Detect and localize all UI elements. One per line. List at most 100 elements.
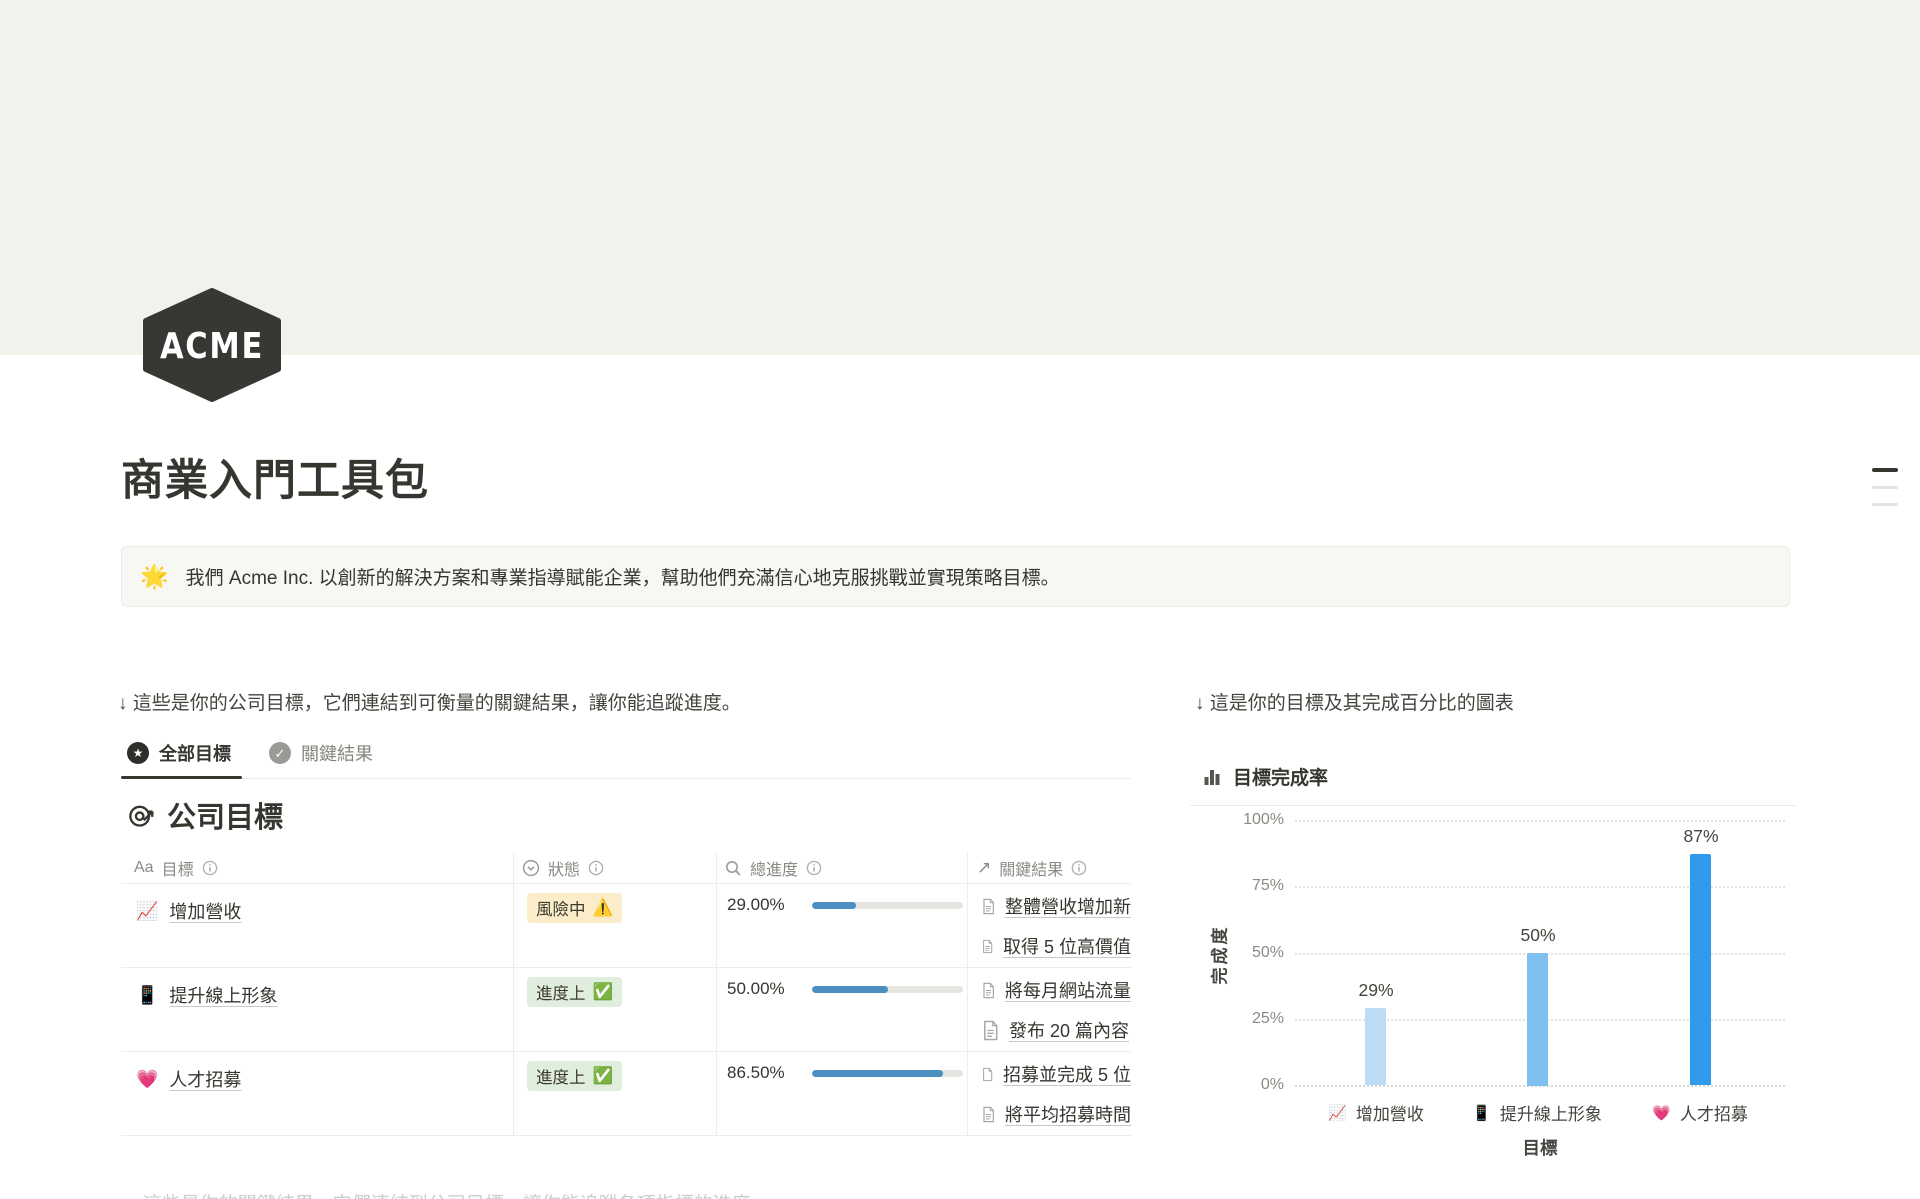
y-tick: 25% — [1170, 1008, 1284, 1030]
key-result-text: 整體營收增加新 — [1005, 893, 1131, 919]
bar-value-label: 50% — [1498, 925, 1578, 946]
key-results-cell: 將每月網站流量 發布 20 篇內容 — [981, 975, 1131, 1051]
column-header-progress[interactable]: 總進度 — [724, 853, 822, 883]
key-results-cell: 整體營收增加新 取得 5 位高價值 — [981, 891, 1131, 967]
key-result-text: 取得 5 位高價值 — [1003, 933, 1131, 959]
key-result-link[interactable]: 招募並完成 5 位 — [981, 1059, 1131, 1089]
key-result-link[interactable]: 取得 5 位高價值 — [981, 931, 1131, 961]
column-label: 關鍵結果 — [999, 856, 1063, 880]
table-row: 💗 人才招募 進度上 ✅ 86.50% 招募並完成 5 位 將平均招募時間 — [121, 1051, 1131, 1135]
status-cell[interactable]: 風險中 ⚠️ — [527, 893, 622, 923]
view-tabs: ★ 全部目標 ✓ 關鍵結果 — [121, 736, 381, 776]
progress-cell: 86.50% — [727, 1063, 963, 1083]
text-property-icon: Aa — [134, 859, 154, 877]
progress-percent: 50.00% — [727, 979, 797, 999]
status-cell[interactable]: 進度上 ✅ — [527, 977, 622, 1007]
mobile-phone-emoji: 📱 — [1472, 1104, 1491, 1122]
progress-bar — [812, 1070, 963, 1077]
logo-text: ACME — [160, 326, 264, 367]
column-label: 目標 — [162, 856, 194, 880]
key-result-text: 招募並完成 5 位 — [1003, 1061, 1131, 1087]
status-cell[interactable]: 進度上 ✅ — [527, 1061, 622, 1091]
status-badge[interactable]: 進度上 ✅ — [527, 977, 622, 1007]
outline-item[interactable] — [1872, 486, 1898, 489]
page-icon — [981, 896, 996, 917]
category-text: 增加營收 — [1356, 1100, 1424, 1125]
column-label: 總進度 — [750, 856, 798, 880]
tabbar-divider — [121, 778, 1131, 779]
clipped-bottom-text: ↓ 這些是你的關鍵結果，它們連結到公司目標，讓你能追蹤各項指標的進度。 — [128, 1189, 1138, 1199]
y-axis-title: 完成度 — [1206, 903, 1231, 1007]
tab-label: 全部目標 — [159, 740, 231, 766]
tab-key-results[interactable]: ✓ 關鍵結果 — [263, 736, 381, 776]
goal-page-link[interactable]: 人才招募 — [169, 1066, 241, 1092]
outline-item[interactable] — [1872, 503, 1898, 506]
page-title: 商業入門工具包 — [121, 446, 429, 508]
relation-arrow-icon: ↗ — [977, 858, 991, 878]
magnifier-icon — [724, 859, 742, 877]
star-circle-icon: ★ — [127, 742, 149, 764]
acme-logo: ACME — [139, 288, 285, 402]
key-result-link[interactable]: 整體營收增加新 — [981, 891, 1131, 921]
info-icon[interactable] — [588, 860, 604, 876]
bar-value-label: 87% — [1661, 826, 1741, 847]
page: ACME 商業入門工具包 🌟 我們 Acme Inc. 以創新的解決方案和專業指… — [0, 0, 1920, 1199]
column-header-goal[interactable]: Aa 目標 — [134, 853, 218, 883]
right-intro-text: ↓ 這是你的目標及其完成百分比的圖表 — [1195, 688, 1514, 715]
key-result-text: 將平均招募時間 — [1005, 1101, 1131, 1127]
star-emoji: 🌟 — [140, 563, 169, 590]
progress-cell: 29.00% — [727, 895, 963, 915]
active-tab-underline — [121, 776, 242, 779]
y-tick: 0% — [1170, 1074, 1284, 1096]
bar-goal-2 — [1527, 953, 1548, 1086]
column-header-status[interactable]: 狀態 — [522, 853, 604, 883]
key-result-text: 將每月網站流量 — [1005, 977, 1131, 1003]
goal-cell[interactable]: 💗 人才招募 — [136, 1064, 241, 1094]
bar-value-label: 29% — [1336, 980, 1416, 1001]
table-row: 📱 提升線上形象 進度上 ✅ 50.00% 將每月網站流量 發布 20 篇內容 — [121, 967, 1131, 1051]
info-icon[interactable] — [202, 860, 218, 876]
category-text: 提升線上形象 — [1500, 1100, 1602, 1125]
chart-title-text: 目標完成率 — [1233, 763, 1328, 790]
goal-cell[interactable]: 📈 增加營收 — [136, 896, 241, 926]
progress-cell: 50.00% — [727, 979, 963, 999]
bar-goal-1 — [1365, 1008, 1386, 1085]
goal-page-link[interactable]: 提升線上形象 — [169, 982, 277, 1008]
select-property-icon — [522, 859, 540, 877]
database-title: 公司目標 — [128, 794, 283, 836]
tab-all-goals[interactable]: ★ 全部目標 — [121, 736, 239, 776]
cover-image — [0, 0, 1920, 355]
chart-divider — [1190, 805, 1796, 806]
outline-item[interactable] — [1872, 468, 1898, 472]
key-result-link[interactable]: 發布 20 篇內容 — [981, 1015, 1131, 1045]
info-icon[interactable] — [1071, 860, 1087, 876]
warning-emoji: ⚠️ — [593, 899, 614, 918]
tab-label: 關鍵結果 — [301, 740, 373, 766]
page-icon — [981, 936, 994, 957]
callout: 🌟 我們 Acme Inc. 以創新的解決方案和專業指導賦能企業，幫助他們充滿信… — [121, 546, 1790, 607]
y-tick: 75% — [1170, 875, 1284, 897]
page-icon — [981, 1064, 994, 1085]
left-intro-text: ↓ 這些是你的公司目標，它們連結到可衡量的關鍵結果，讓你能追蹤進度。 — [118, 688, 741, 715]
column-header-key-results[interactable]: ↗ 關鍵結果 — [977, 853, 1087, 883]
key-result-text: 發布 20 篇內容 — [1009, 1017, 1129, 1043]
key-result-link[interactable]: 將每月網站流量 — [981, 975, 1131, 1005]
status-label: 風險中 — [536, 896, 586, 920]
key-result-link[interactable]: 將平均招募時間 — [981, 1099, 1131, 1129]
chart-increasing-emoji: 📈 — [136, 901, 158, 922]
growing-heart-emoji: 💗 — [1652, 1104, 1671, 1122]
status-badge[interactable]: 風險中 ⚠️ — [527, 893, 622, 923]
goal-page-link[interactable]: 增加營收 — [169, 898, 241, 924]
info-icon[interactable] — [806, 860, 822, 876]
status-badge[interactable]: 進度上 ✅ — [527, 1061, 622, 1091]
status-label: 進度上 — [536, 1064, 586, 1088]
bar-goal-3 — [1690, 854, 1711, 1085]
chart-title: 目標完成率 — [1202, 763, 1328, 790]
column-label: 狀態 — [548, 856, 580, 880]
goal-cell[interactable]: 📱 提升線上形象 — [136, 980, 277, 1010]
page-outline-widget[interactable] — [1872, 468, 1898, 520]
row-divider — [121, 1135, 1131, 1136]
table-row: 📈 增加營收 風險中 ⚠️ 29.00% 整體營收增加新 取得 5 位高價值 — [121, 883, 1131, 967]
page-icon — [981, 1020, 1000, 1041]
page-icon — [981, 1104, 996, 1125]
